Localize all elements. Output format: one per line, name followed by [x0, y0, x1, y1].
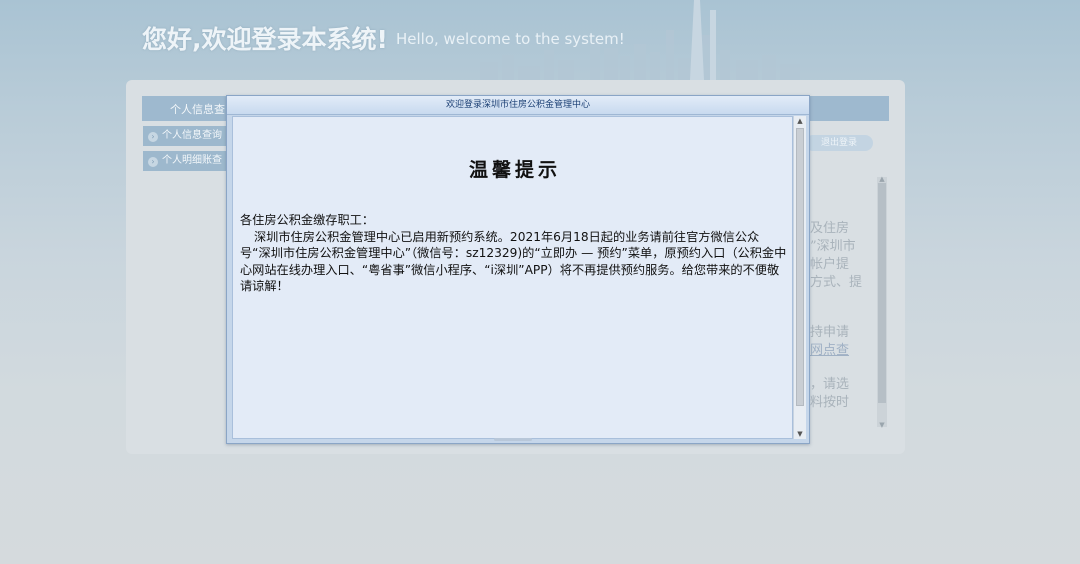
background-text-line: 方式、提: [810, 275, 863, 290]
background-text-line: 帐户提: [810, 257, 850, 272]
dialog-scrollbar[interactable]: ▲ ▼: [793, 116, 806, 439]
background-scrollbar[interactable]: ▲ ▼: [877, 175, 887, 429]
dialog-content: 温馨提示 各住房公积金缴存职工： 深圳市住房公积金管理中心已启用新预约系统。20…: [232, 116, 793, 439]
dialog-title[interactable]: 欢迎登录深圳市住房公积金管理中心: [227, 96, 809, 115]
chevron-right-icon: ›: [148, 157, 158, 167]
background-text-line: ，请选: [810, 377, 850, 392]
chevron-right-icon: ›: [148, 132, 158, 142]
resize-grip[interactable]: [494, 438, 532, 441]
background-text-line: 持申请: [810, 325, 850, 340]
notice-dialog: 欢迎登录深圳市住房公积金管理中心 温馨提示 各住房公积金缴存职工： 深圳市住房公…: [226, 95, 810, 444]
sidebar-item-label: 个人明细账查: [162, 155, 222, 166]
scroll-up-icon[interactable]: ▲: [794, 117, 806, 125]
scrollbar-thumb[interactable]: [878, 183, 886, 403]
scroll-down-icon[interactable]: ▼: [877, 421, 887, 429]
background-text-line: 料按时: [810, 395, 850, 410]
welcome-title-en: Hello, welcome to the system!: [396, 30, 625, 48]
scroll-down-icon[interactable]: ▼: [794, 430, 806, 438]
welcome-title-cn: 您好,欢迎登录本系统!: [142, 25, 388, 54]
sidebar-item-personal-info[interactable]: › 个人信息查询: [143, 126, 230, 146]
sidebar-item-label: 个人信息查询: [162, 130, 222, 141]
outlet-query-link[interactable]: 网点查: [810, 342, 868, 360]
notice-greeting: 各住房公积金缴存职工：: [240, 213, 375, 227]
scroll-up-icon[interactable]: ▲: [877, 175, 887, 183]
logout-button[interactable]: 退出登录: [805, 135, 873, 151]
notice-message: 各住房公积金缴存职工： 深圳市住房公积金管理中心已启用新预约系统。2021年6月…: [240, 212, 788, 295]
background-text-line: 及住房: [810, 221, 850, 236]
notice-body: 深圳市住房公积金管理中心已启用新预约系统。2021年6月18日起的业务请前往官方…: [240, 229, 787, 294]
background-text-line: ”深圳市: [810, 239, 856, 254]
sidebar-item-account-details[interactable]: › 个人明细账查: [143, 151, 230, 171]
scrollbar-thumb[interactable]: [796, 128, 804, 406]
notice-heading: 温馨提示: [469, 159, 562, 181]
tab-personal-info[interactable]: 个人信息查: [170, 101, 225, 117]
